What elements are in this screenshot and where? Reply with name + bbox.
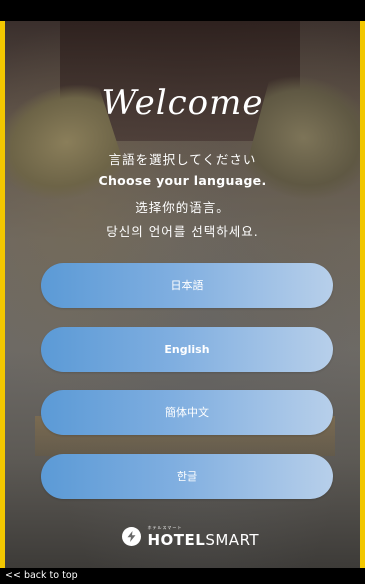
hotelsmart-logo: ホテルスマート HOTELSMART xyxy=(5,524,360,549)
language-button-korean[interactable]: 한글 xyxy=(41,454,333,499)
prompt-japanese: 言語を選択してください xyxy=(108,152,257,167)
logo-hotel: HOTEL xyxy=(147,531,206,549)
language-button-english[interactable]: English xyxy=(41,327,333,372)
device-frame: Welcome 言語を選択してください Choose your language… xyxy=(0,0,365,584)
language-button-japanese[interactable]: 日本語 xyxy=(41,263,333,308)
bottom-bar: << back to top xyxy=(0,568,365,584)
welcome-title: Welcome xyxy=(101,83,264,123)
top-bar xyxy=(0,0,365,21)
prompt-korean: 당신의 언어를 선택하세요. xyxy=(106,224,259,239)
logo-wordmark: ホテルスマート HOTELSMART xyxy=(148,524,259,549)
language-select-screen: Welcome 言語を選択してください Choose your language… xyxy=(5,21,360,568)
language-button-chinese[interactable]: 簡体中文 xyxy=(41,390,333,435)
back-to-top-link[interactable]: << back to top xyxy=(5,570,78,581)
logo-smart: SMART xyxy=(205,531,260,549)
lightning-bolt-icon xyxy=(121,526,141,546)
prompt-chinese: 选择你的语言。 xyxy=(135,200,230,215)
prompt-english: Choose your language. xyxy=(98,173,267,188)
logo-name: HOTELSMART xyxy=(148,531,260,549)
